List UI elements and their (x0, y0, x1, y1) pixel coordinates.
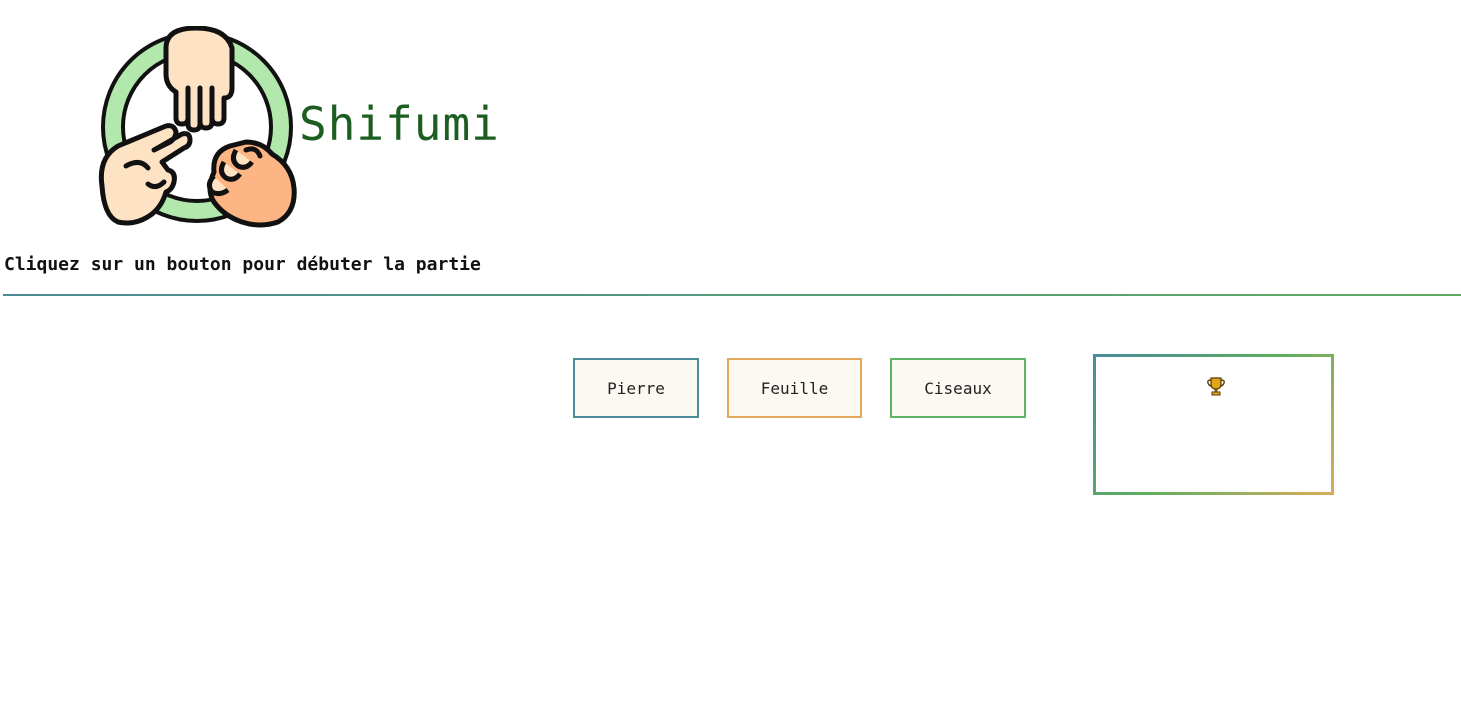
app-title: Shifumi (299, 97, 500, 151)
divider (3, 294, 1461, 296)
ciseaux-button[interactable]: Ciseaux (890, 358, 1026, 418)
rock-paper-scissors-hands-icon (98, 26, 297, 228)
trophy-icon (1207, 377, 1225, 396)
pierre-button[interactable]: Pierre (573, 358, 699, 418)
scoreboard (1093, 354, 1334, 495)
scoreboard-content (1096, 357, 1331, 492)
feuille-button[interactable]: Feuille (727, 358, 862, 418)
instruction-text: Cliquez sur un bouton pour débuter la pa… (4, 254, 481, 275)
page: Shifumi Cliquez sur un bouton pour début… (0, 0, 1461, 725)
